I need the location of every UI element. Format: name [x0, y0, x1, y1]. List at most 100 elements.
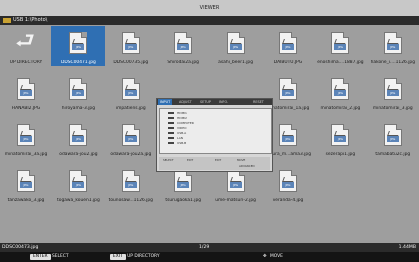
- image-file-icon: JPG: [226, 170, 245, 192]
- jpg-badge: JPG: [386, 136, 399, 142]
- file-item[interactable]: JPG minatomirai_2.jpg: [310, 71, 370, 115]
- image-file-icon: JPG: [226, 32, 245, 54]
- exit-hint: UP DIRECTORY: [127, 254, 160, 259]
- file-name: ume-matsuri-2.jpg: [215, 198, 256, 203]
- file-item[interactable]: JPG odawara-jou2a.jpg: [101, 117, 161, 161]
- file-name: tsurugaoka1.jpg: [165, 198, 202, 203]
- image-thumbnail: JPG: [51, 26, 106, 60]
- jpg-badge: JPG: [282, 90, 294, 96]
- image-file-icon: JPG: [383, 124, 402, 146]
- image-file-icon: JPG: [174, 32, 193, 54]
- image-thumbnail: JPG: [11, 166, 41, 196]
- image-thumbnail: JPG: [325, 74, 355, 104]
- menu-item-computer[interactable]: COMPUTER: [168, 121, 194, 125]
- file-item[interactable]: JPG tamabatu2c.jpg: [363, 117, 419, 161]
- image-file-icon: JPG: [17, 124, 35, 146]
- file-item[interactable]: JPG minatomirai_3.jpg: [363, 71, 419, 115]
- file-item[interactable]: JPG Shirodai2a.jpg: [153, 25, 213, 69]
- tab-adjust[interactable]: ADJUST: [179, 99, 192, 105]
- onscreen-menu: INPUT ADJUST SETUP INFO. RESET HDMI1 HDM…: [156, 98, 273, 172]
- image-file-icon: JPG: [279, 170, 297, 192]
- file-name: togawa_kouen1.jpg: [57, 198, 100, 203]
- status-bar: DDSC00473.jpg 1/29 1.44MB: [0, 243, 419, 252]
- image-file-icon: JPG: [331, 124, 350, 146]
- tab-info[interactable]: INFO.: [219, 99, 228, 105]
- file-name: sezerapi1.jpg: [325, 152, 356, 157]
- tab-reset[interactable]: RESET: [253, 99, 264, 105]
- menu-item-hdmi2[interactable]: HDMI2: [168, 116, 187, 120]
- image-file-icon: JPG: [331, 32, 350, 54]
- jpg-badge: JPG: [334, 90, 347, 96]
- file-name: minatomirai_2.jpg: [320, 106, 361, 111]
- image-file-icon: JPG: [383, 78, 402, 100]
- image-file-icon: JPG: [69, 78, 88, 100]
- image-file-icon: JPG: [121, 170, 140, 192]
- jpg-badge: JPG: [20, 90, 32, 96]
- menu-tabs: INPUT ADJUST SETUP INFO. RESET: [157, 99, 272, 105]
- jpg-badge: JPG: [334, 44, 347, 50]
- image-file-icon: JPG: [17, 170, 35, 192]
- enter-hint: SELECT: [51, 254, 69, 259]
- jpg-badge: JPG: [72, 44, 85, 50]
- image-thumbnail: JPG: [273, 120, 303, 150]
- image-file-icon: JPG: [69, 124, 88, 146]
- file-item[interactable]: JPG enoshima....1887.jpg: [310, 25, 370, 69]
- path-text: USB 1:\Photo\: [13, 17, 48, 23]
- menu-item-hdmi1[interactable]: HDMI1: [168, 111, 187, 115]
- image-thumbnail: JPG: [11, 74, 41, 104]
- status-size: 1.44MB: [398, 245, 416, 250]
- file-item[interactable]: JPG hakone_i....1126.jpg: [363, 25, 419, 69]
- image-file-icon: JPG: [383, 32, 402, 54]
- image-thumbnail: JPG: [273, 166, 303, 196]
- menu-hint-exit: EXIT: [187, 158, 194, 162]
- menu-body: HDMI1 HDMI2 COMPUTER VIDEO USB-A LAN USB…: [159, 108, 272, 154]
- file-name: enoshima....1887.jpg: [317, 60, 364, 65]
- jpg-badge: JPG: [72, 90, 85, 96]
- menu-item-usb-a[interactable]: USB-A: [168, 131, 186, 135]
- image-thumbnail: JPG: [116, 120, 146, 150]
- move-icon: ✥: [263, 254, 267, 259]
- image-file-icon: JPG: [279, 32, 297, 54]
- jpg-badge: JPG: [229, 182, 242, 188]
- image-thumbnail: JPG: [116, 28, 146, 58]
- image-thumbnail: JPG: [116, 74, 146, 104]
- image-thumbnail: JPG: [378, 74, 408, 104]
- menu-item-video[interactable]: VIDEO: [168, 126, 187, 130]
- file-item[interactable]: JPG DDSC00735.jpg: [101, 25, 161, 69]
- file-name: asahi_beer1.jpg: [218, 60, 254, 65]
- file-item[interactable]: JPG asahi_beer1.jpg: [206, 25, 266, 69]
- menu-hint-exit-2: EXIT: [215, 158, 222, 162]
- image-file-icon: JPG: [17, 78, 35, 100]
- file-name: hiroyama-3.jpg: [61, 106, 95, 111]
- file-item[interactable]: JPG DDSC00471.jpg: [48, 25, 108, 69]
- file-item[interactable]: JPG hiroyama-3.jpg: [48, 71, 108, 115]
- file-item[interactable]: JPG odawara-jou2.jpg: [48, 117, 108, 161]
- image-thumbnail: JPG: [11, 120, 41, 150]
- file-name: tounosaw...1126.jpg: [108, 198, 153, 203]
- image-file-icon: JPG: [69, 170, 88, 192]
- file-item[interactable]: JPG DAIBUTU.JPG: [258, 25, 318, 69]
- menu-item-lan[interactable]: LAN: [168, 136, 183, 140]
- tab-setup[interactable]: SETUP: [200, 99, 211, 105]
- menu-item-usb-b[interactable]: USB-B: [168, 141, 186, 145]
- folder-icon: [3, 18, 11, 23]
- jpg-badge: JPG: [386, 44, 399, 50]
- image-thumbnail: JPG: [273, 28, 303, 58]
- file-item[interactable]: JPG sezerapi1.jpg: [310, 117, 370, 161]
- jpg-badge: JPG: [20, 182, 32, 188]
- file-name: DAIBUTU.JPG: [273, 60, 303, 65]
- image-thumbnail: JPG: [325, 28, 355, 58]
- jpg-badge: JPG: [177, 182, 190, 188]
- enter-key: ENTER: [30, 254, 51, 260]
- jpg-badge: JPG: [282, 44, 294, 50]
- image-file-icon: JPG: [279, 124, 297, 146]
- image-file-icon: JPG: [121, 124, 140, 146]
- jpg-badge: JPG: [20, 136, 32, 142]
- menu-hint-move: MOVE: [237, 158, 246, 162]
- image-thumbnail: JPG: [325, 120, 355, 150]
- file-item[interactable]: JPG togawa_kouen1.jpg: [48, 163, 108, 207]
- image-thumbnail: JPG: [63, 74, 93, 104]
- file-item[interactable]: JPG impatiens.jpg: [101, 71, 161, 115]
- tab-input[interactable]: INPUT: [158, 99, 173, 105]
- file-item[interactable]: JPG tounosaw...1126.jpg: [101, 163, 161, 207]
